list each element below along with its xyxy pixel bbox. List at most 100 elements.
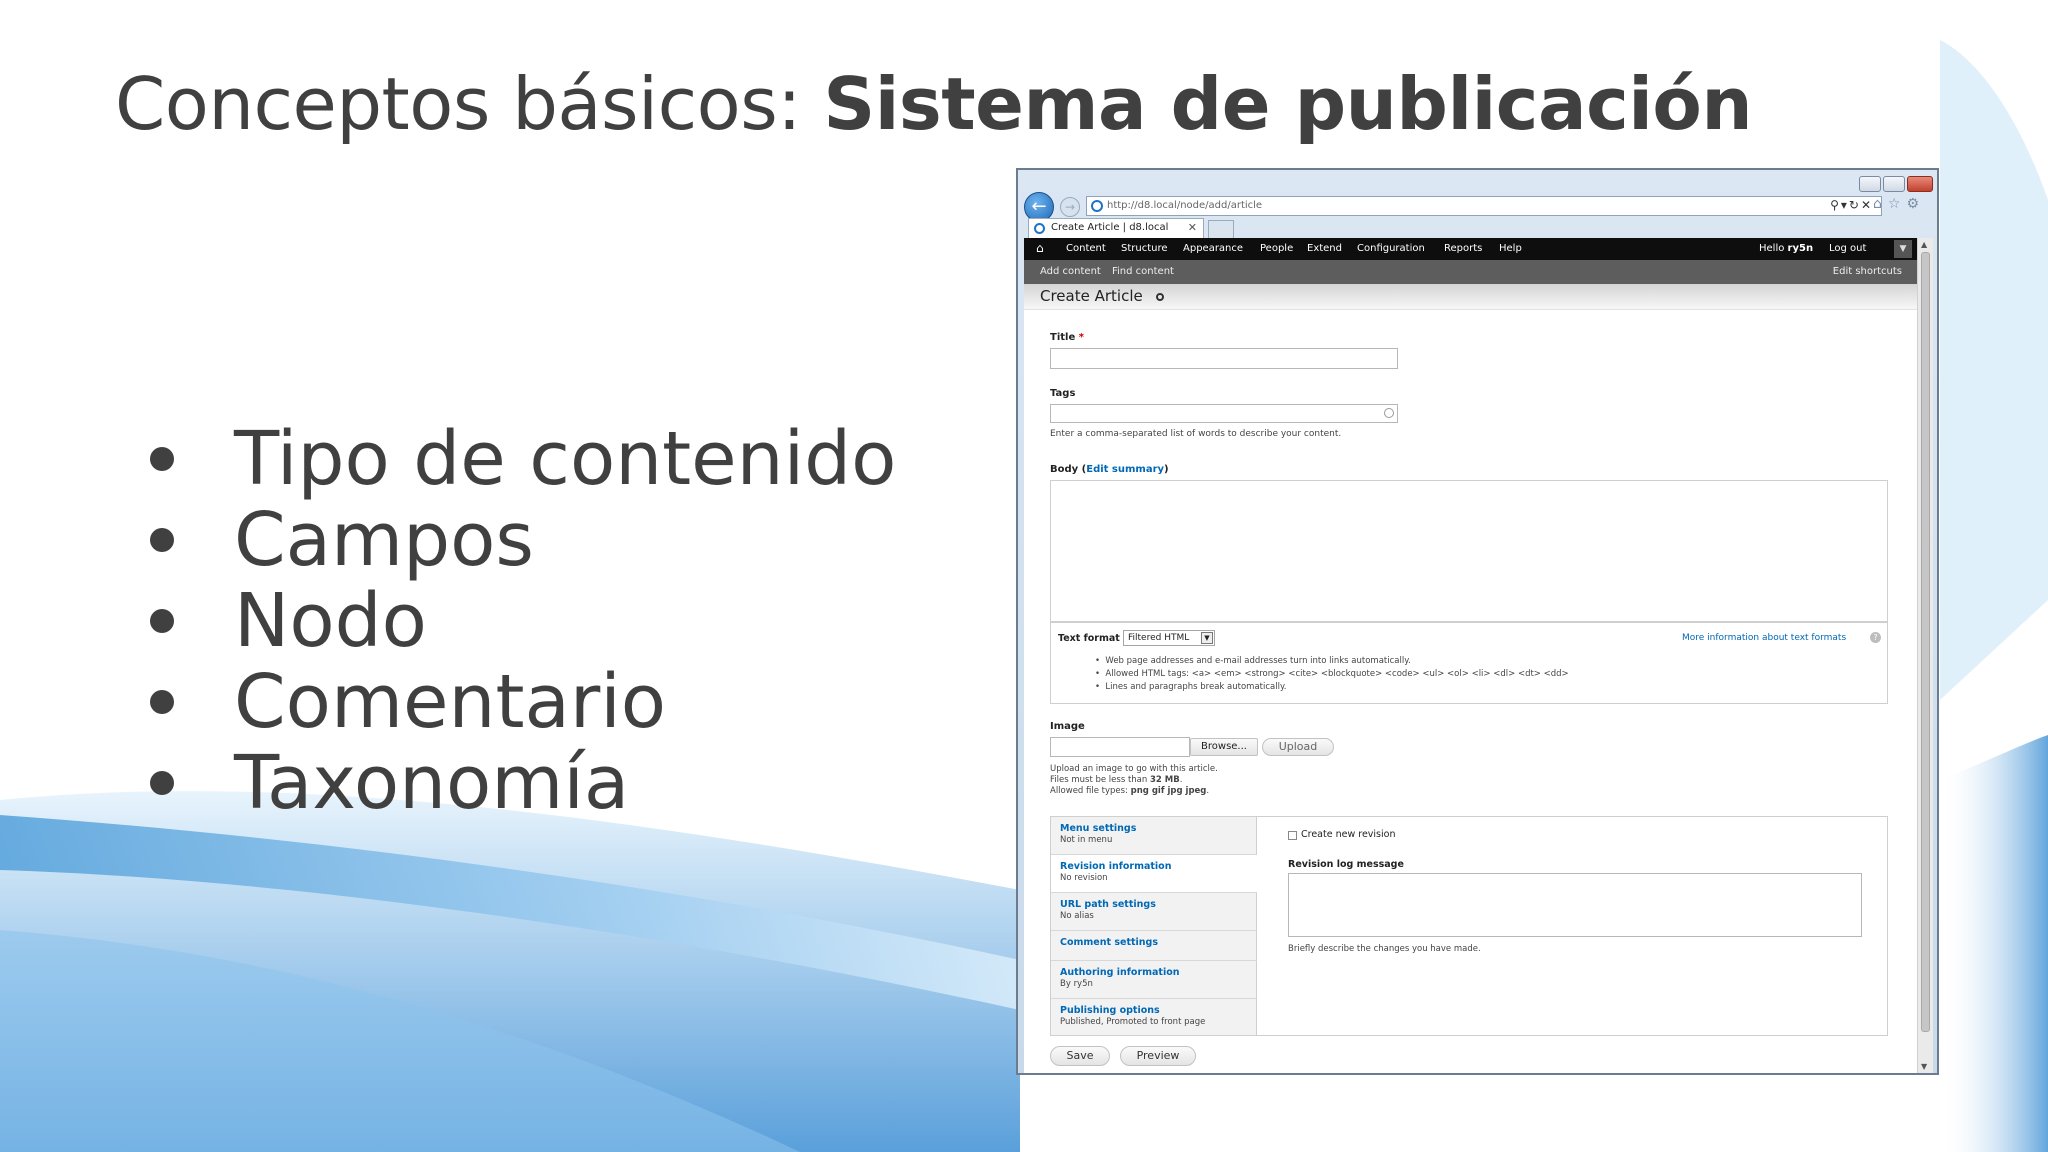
image-description: Upload an image to go with this article.… [1050,764,1218,797]
bullet-dot-icon [150,527,174,552]
forward-arrow-icon[interactable]: → [1060,197,1080,217]
scroll-up-icon[interactable]: ▲ [1921,240,1927,249]
vtab-url-path-settings[interactable]: URL path settings No alias [1051,893,1257,931]
toolbar-help[interactable]: Help [1499,243,1522,254]
home-star-gear-icons[interactable]: ⌂☆⚙ [1873,196,1925,212]
image-desc-line: Allowed file types: [1050,786,1131,796]
toolbar-content[interactable]: Content [1066,243,1106,254]
vtab-summary: Not in menu [1060,835,1113,845]
text-format-label: Text format [1058,633,1120,644]
text-format-value: Filtered HTML [1128,633,1190,643]
drupal-page: ⌂ Content Structure Appearance People Ex… [1024,238,1918,1073]
body-label-text: Body ( [1050,464,1087,475]
help-icon[interactable]: ? [1870,632,1881,643]
image-desc-line: Upload an image to go with this article. [1050,764,1218,774]
image-desc-punct: . [1179,775,1183,785]
slide-title: Conceptos básicos: Sistema de publicació… [115,62,1753,146]
create-revision-checkbox[interactable] [1288,831,1297,840]
vtab-revision-information[interactable]: Revision information No revision [1051,855,1257,893]
new-tab-button[interactable] [1208,220,1234,238]
address-url: http://d8.local/node/add/article [1107,200,1263,211]
browser-tab[interactable]: Create Article | d8.local ✕ [1028,218,1204,238]
scroll-down-icon[interactable]: ▼ [1921,1062,1927,1071]
vtab-publishing-options[interactable]: Publishing options Published, Promoted to… [1051,999,1257,1035]
image-file-input[interactable] [1050,737,1190,757]
tags-input[interactable] [1050,404,1398,423]
format-tip: • Lines and paragraphs break automatical… [1095,682,1287,692]
user-greeting[interactable]: Hello ry5n [1759,243,1813,254]
format-tip: • Allowed HTML tags: <a> <em> <strong> <… [1095,669,1569,679]
format-tip-text: Lines and paragraphs break automatically… [1105,682,1287,692]
vtab-summary: Published, Promoted to front page [1060,1017,1206,1027]
shortcut-find-content[interactable]: Find content [1112,266,1174,277]
required-mark: * [1078,332,1084,343]
vtab-title: Publishing options [1060,1005,1160,1016]
revision-log-textarea[interactable] [1288,873,1862,937]
shortcuts-bar: Add content Find content Edit shortcuts [1024,260,1918,284]
page-scrollbar[interactable]: ▲ ▼ [1917,238,1933,1073]
text-format-wrapper: Text format Filtered HTML ▼ More informat… [1050,622,1888,704]
close-tab-icon[interactable]: ✕ [1188,221,1197,234]
toolbar-structure[interactable]: Structure [1121,243,1168,254]
logout-link[interactable]: Log out [1829,243,1866,254]
close-window-button[interactable] [1907,176,1933,192]
toolbar-configuration[interactable]: Configuration [1357,243,1425,254]
body-textarea[interactable] [1050,480,1888,622]
scroll-thumb[interactable] [1921,252,1930,1032]
address-bar[interactable]: http://d8.local/node/add/article ⚲▾↻✕ [1086,196,1882,216]
text-format-select[interactable]: Filtered HTML ▼ [1123,630,1215,646]
address-controls-icon[interactable]: ⚲▾↻✕ [1830,198,1873,212]
title-label-text: Title [1050,332,1076,343]
bullet-dot-icon [150,608,174,633]
admin-toolbar: ⌂ Content Structure Appearance People Ex… [1024,238,1918,260]
toolbar-appearance[interactable]: Appearance [1183,243,1243,254]
tray-toggle-icon[interactable]: ▼ [1894,240,1912,258]
more-info-link[interactable]: More information about text formats [1682,632,1846,644]
dropdown-arrow-icon: ▼ [1201,632,1213,644]
revision-log-description: Briefly describe the changes you have ma… [1288,944,1481,954]
browse-button[interactable]: Browse... [1190,738,1258,756]
upload-button[interactable]: Upload [1262,738,1334,756]
image-label: Image [1050,721,1085,732]
bullet-dot-icon [150,689,174,714]
preview-button[interactable]: Preview [1120,1046,1196,1066]
vertical-tab-list: Menu settings Not in menu Revision inform… [1051,817,1257,1035]
vtab-summary: By ry5n [1060,979,1093,989]
title-input[interactable] [1050,348,1398,369]
body-label: Body (Edit summary) [1050,464,1169,475]
edit-shortcuts-link[interactable]: Edit shortcuts [1833,266,1902,277]
bullet-text: Nodo [234,577,427,664]
bullet-item: Tipo de contenido [150,415,897,502]
bullet-item: Campos [150,497,896,583]
bullet-list: Tipo de contenido Campos Nodo Comentario… [150,415,897,826]
bullet-text: Tipo de contenido [234,415,897,502]
maximize-button[interactable] [1883,176,1905,192]
vertical-tabs: Menu settings Not in menu Revision inform… [1050,816,1888,1036]
vtab-comment-settings[interactable]: Comment settings [1051,931,1257,961]
page-title: Create Article [1040,287,1143,305]
bullet-item: Nodo [150,577,896,664]
edit-summary-link[interactable]: Edit summary [1086,464,1164,475]
vtab-authoring-information[interactable]: Authoring information By ry5n [1051,961,1257,999]
format-tip: • Web page addresses and e-mail addresse… [1095,656,1411,666]
format-tip-text: Web page addresses and e-mail addresses … [1105,656,1411,666]
bullet-dot-icon [150,770,174,795]
vtab-title: Authoring information [1060,967,1180,978]
ie-logo-icon [1091,200,1103,212]
allowed-file-types: png gif jpg jpeg [1130,786,1207,796]
minimize-button[interactable] [1859,176,1881,192]
home-icon[interactable]: ⌂ [1036,241,1044,255]
user-name: ry5n [1787,243,1814,254]
vtab-title: Menu settings [1060,823,1137,834]
create-revision-label: Create new revision [1301,829,1396,840]
shortcut-star-icon[interactable] [1156,293,1164,301]
shortcut-add-content[interactable]: Add content [1040,266,1101,277]
toolbar-reports[interactable]: Reports [1444,243,1482,254]
save-button[interactable]: Save [1050,1046,1110,1066]
image-desc-line: Files must be less than [1050,775,1150,785]
toolbar-people[interactable]: People [1260,243,1293,254]
vtab-menu-settings[interactable]: Menu settings Not in menu [1051,817,1257,855]
slide-title-light: Conceptos básicos: [115,62,824,146]
tags-description: Enter a comma-separated list of words to… [1050,429,1342,439]
toolbar-extend[interactable]: Extend [1307,243,1342,254]
